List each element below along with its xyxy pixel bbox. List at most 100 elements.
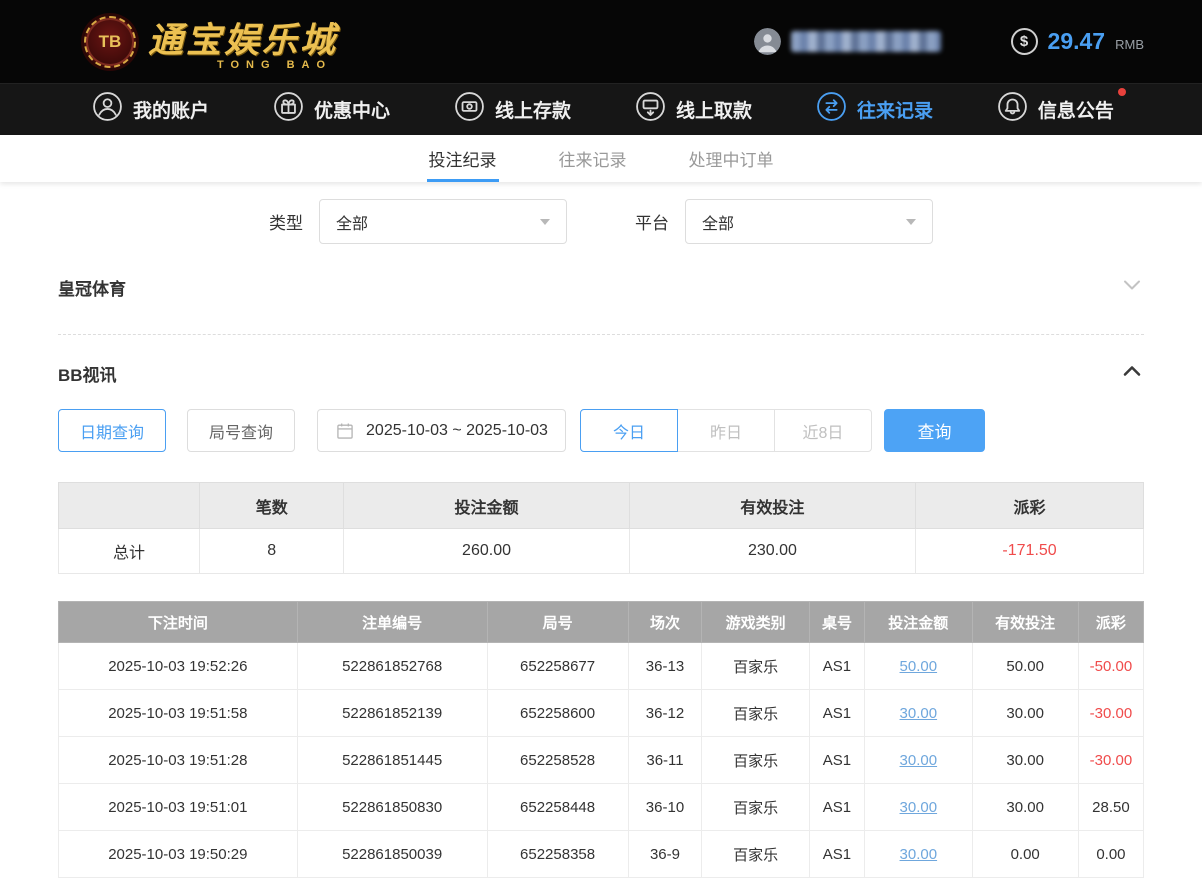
records-header-row: 下注时间 注单编号 局号 场次 游戏类别 桌号 投注金额 有效投注 派彩 (58, 601, 1145, 643)
calendar-icon (337, 423, 353, 439)
logo-chip-text: TB (98, 31, 122, 51)
game-type: 百家乐 (701, 830, 810, 878)
valid-bet: 30.00 (971, 689, 1079, 737)
notification-badge (1117, 88, 1126, 96)
payout: 28.50 (1077, 783, 1145, 831)
nav-item-deposit[interactable]: 线上存款 (454, 91, 571, 128)
table-row: 2025-10-03 19:52:26 522861852768 6522586… (58, 642, 1145, 690)
tab-label: 投注纪录 (428, 151, 497, 170)
date-query-button[interactable]: 日期查询 (58, 409, 167, 452)
summary-header-row: 笔数 投注金额 有效投注 派彩 (57, 482, 1144, 529)
col-bet-slip-no: 注单编号 (296, 601, 488, 643)
type-label: 类型 (269, 214, 303, 233)
session: 36-13 (627, 642, 703, 690)
table-row: 2025-10-03 19:51:01 522861850830 6522584… (58, 783, 1145, 831)
bet-records-table: 下注时间 注单编号 局号 场次 游戏类别 桌号 投注金额 有效投注 派彩 202… (58, 601, 1145, 878)
session: 36-10 (627, 783, 703, 831)
sub-tab-bar: 投注纪录 往来记录 处理中订单 (0, 135, 1202, 182)
gift-icon (273, 91, 304, 128)
today-button[interactable]: 今日 (579, 409, 678, 452)
bet-time: 2025-10-03 19:52:26 (58, 642, 298, 690)
nav-item-label: 线上取款 (675, 101, 752, 122)
col-payout: 派彩 (1077, 601, 1145, 643)
dollar-icon: $ (1010, 28, 1038, 55)
tab-bet-records[interactable]: 投注纪录 (426, 135, 499, 182)
game-type: 百家乐 (701, 783, 810, 831)
balance-currency: RMB (1115, 37, 1144, 52)
payout: 0.00 (1077, 830, 1145, 878)
nav-item-announcements[interactable]: 信息公告 (997, 88, 1126, 128)
tab-label: 处理中订单 (688, 151, 774, 170)
query-controls: 日期查询 局号查询 2025-10-03 ~ 2025-10-03 今日 昨日 … (58, 409, 1144, 452)
logo-title: 通宝娱乐城 (148, 21, 339, 60)
section-title: 皇冠体育 (58, 279, 126, 299)
chevron-down-icon (906, 218, 916, 225)
bet-time: 2025-10-03 19:50:29 (58, 830, 298, 878)
transfer-records-icon (816, 91, 847, 128)
nav-item-transaction-records[interactable]: 往来记录 (816, 91, 933, 128)
bet-amount-link[interactable]: 30.00 (864, 736, 973, 784)
platform-select[interactable]: 全部 (685, 199, 933, 244)
round-no: 652258358 (486, 830, 629, 878)
deposit-icon (454, 91, 485, 128)
session: 36-9 (627, 830, 703, 878)
game-type: 百家乐 (701, 736, 810, 784)
section-crown-sports-header[interactable]: 皇冠体育 (58, 266, 1144, 308)
table-no: AS1 (808, 689, 866, 737)
session: 36-11 (627, 736, 703, 784)
total-bet: 260.00 (343, 528, 630, 574)
bet-time: 2025-10-03 19:51:01 (58, 783, 298, 831)
payout: -30.00 (1077, 736, 1145, 784)
tab-transaction-records[interactable]: 往来记录 (557, 135, 629, 182)
nav-item-label: 线上存款 (494, 101, 571, 122)
bet-amount-link[interactable]: 30.00 (864, 689, 973, 737)
bet-amount-link[interactable]: 30.00 (864, 783, 973, 831)
bet-amount-link[interactable]: 30.00 (864, 830, 973, 878)
last-8-days-button[interactable]: 近8日 (773, 409, 872, 452)
total-label: 总计 (57, 528, 201, 574)
round-query-button[interactable]: 局号查询 (187, 409, 296, 452)
section-bb-video-header[interactable]: BB视讯 (58, 351, 1144, 395)
date-range-value: 2025-10-03 ~ 2025-10-03 (366, 421, 548, 439)
search-button[interactable]: 查询 (883, 409, 985, 452)
logo[interactable]: TB 通宝娱乐城 TONG BAO (84, 12, 338, 71)
bet-slip-no: 522861852139 (296, 689, 488, 737)
logo-subtitle: TONG BAO (216, 59, 333, 71)
type-select-value: 全部 (336, 215, 369, 233)
bet-slip-no: 522861850039 (296, 830, 488, 878)
section-title: BB视讯 (58, 365, 117, 385)
type-select[interactable]: 全部 (319, 199, 567, 244)
username-blurred (790, 31, 941, 52)
table-row: 2025-10-03 19:51:58 522861852139 6522586… (58, 689, 1145, 737)
balance-amount: 29.47 (1047, 28, 1106, 54)
col-bet-time: 下注时间 (58, 601, 298, 643)
nav-item-promotions[interactable]: 优惠中心 (273, 91, 390, 128)
table-row: 2025-10-03 19:51:28 522861851445 6522585… (58, 736, 1145, 784)
nav-item-label: 我的账户 (133, 101, 210, 122)
bet-amount-link[interactable]: 50.00 (864, 642, 973, 690)
tab-pending-orders[interactable]: 处理中订单 (687, 135, 776, 182)
balance[interactable]: $ 29.47 RMB (1010, 28, 1144, 55)
bet-slip-no: 522861852768 (296, 642, 488, 690)
col-valid-bet: 有效投注 (628, 482, 917, 529)
payout: -30.00 (1077, 689, 1145, 737)
nav-item-withdraw[interactable]: 线上取款 (635, 91, 752, 128)
bet-time: 2025-10-03 19:51:28 (58, 736, 298, 784)
col-round-no: 局号 (486, 601, 629, 643)
col-table-no: 桌号 (808, 601, 866, 643)
table-no: AS1 (808, 830, 866, 878)
date-range-input[interactable]: 2025-10-03 ~ 2025-10-03 (317, 409, 566, 452)
total-payout: -171.50 (915, 528, 1144, 574)
round-no: 652258600 (486, 689, 629, 737)
yesterday-button[interactable]: 昨日 (676, 409, 775, 452)
round-no: 652258448 (486, 783, 629, 831)
nav-item-label: 信息公告 (1037, 101, 1114, 122)
nav-item-my-account[interactable]: 我的账户 (92, 91, 209, 128)
table-no: AS1 (808, 783, 866, 831)
section-crown-sports: 皇冠体育 (58, 266, 1144, 335)
nav-item-label: 往来记录 (856, 101, 933, 122)
bet-slip-no: 522861850830 (296, 783, 488, 831)
user-account[interactable] (753, 28, 941, 55)
platform-select-value: 全部 (702, 215, 735, 233)
bet-time: 2025-10-03 19:51:58 (58, 689, 298, 737)
